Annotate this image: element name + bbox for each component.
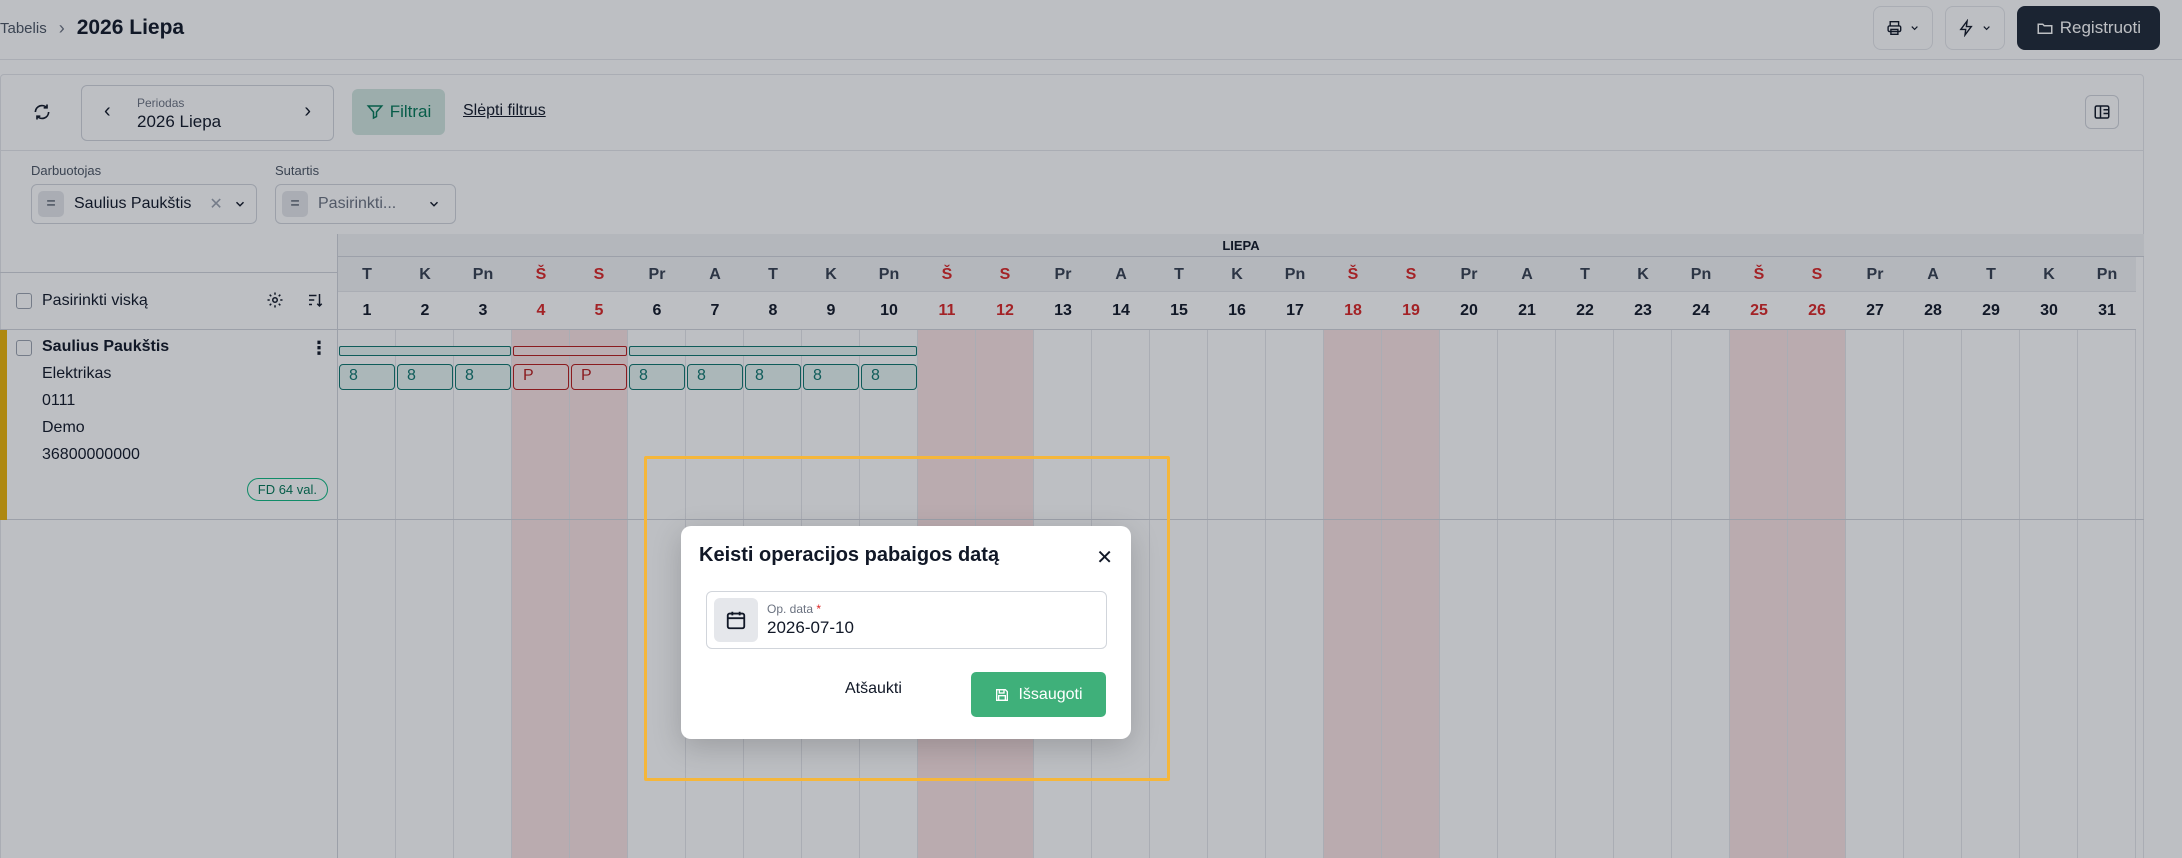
calendar-picker-button[interactable] [714,598,758,642]
save-icon [996,688,1009,701]
close-icon[interactable]: ✕ [1096,545,1113,570]
cancel-button[interactable]: Atšaukti [845,680,902,698]
op-date-field[interactable]: Op. data * 2026-07-10 [706,591,1107,649]
modal-title: Keisti operacijos pabaigos datą [699,544,1000,566]
calendar-icon [726,611,746,630]
save-button[interactable]: Išsaugoti [971,672,1106,717]
required-mark: * [816,602,822,616]
op-date-label-text: Op. data [767,602,814,616]
save-label: Išsaugoti [1018,685,1083,703]
change-end-date-modal: Keisti operacijos pabaigos datą ✕ Op. da… [681,526,1131,739]
op-date-value[interactable]: 2026-07-10 [767,618,854,638]
op-date-label: Op. data * [767,602,821,616]
